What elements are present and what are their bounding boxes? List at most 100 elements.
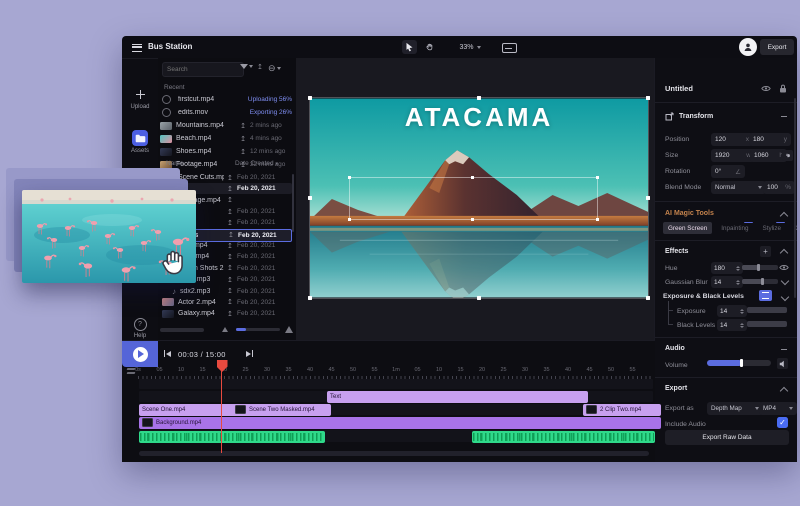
- ai-magic-tools-header[interactable]: AI Magic Tools: [665, 210, 714, 217]
- resize-handle[interactable]: [308, 296, 312, 300]
- panel-hscrollbar[interactable]: [160, 328, 204, 332]
- resize-handle[interactable]: [471, 176, 474, 179]
- collapse-icon[interactable]: [780, 212, 788, 220]
- clip-text[interactable]: Text: [327, 391, 588, 403]
- black-levels-stepper[interactable]: 14: [717, 319, 747, 331]
- video-frame[interactable]: ATACAMA: [310, 98, 648, 298]
- blend-mode-dropdown[interactable]: Normal: [711, 181, 766, 194]
- collapse-icon[interactable]: [780, 387, 788, 395]
- audio-clip[interactable]: [472, 431, 655, 443]
- audio-clip[interactable]: [139, 431, 325, 443]
- timeline-scrollbar[interactable]: [139, 451, 649, 456]
- resize-handle[interactable]: [596, 218, 599, 221]
- ai-chip-green-screen[interactable]: Green Screen: [663, 222, 712, 234]
- column-date-created[interactable]: Date Created ▾: [235, 160, 278, 167]
- resize-handle[interactable]: [477, 296, 481, 300]
- video-title-text[interactable]: ATACAMA: [310, 102, 648, 133]
- file-row[interactable]: Actor 2.mp4↥Feb 20, 2021: [160, 297, 292, 308]
- skip-back-button[interactable]: [164, 350, 171, 357]
- ai-chip-inpainting[interactable]: Inpainting: [716, 222, 753, 234]
- export-container-dropdown[interactable]: MP4: [759, 402, 797, 415]
- menu-icon[interactable]: [132, 44, 142, 52]
- recent-item[interactable]: edits.movExporting 26%: [160, 107, 292, 118]
- resize-handle[interactable]: [646, 196, 650, 200]
- recent-item[interactable]: Mountains.mp4↥2 mins ago: [160, 120, 292, 131]
- upload-file-button[interactable]: ↥: [257, 63, 263, 71]
- resize-handle[interactable]: [596, 176, 599, 179]
- play-button[interactable]: [122, 341, 158, 367]
- effects-header[interactable]: Effects: [665, 248, 688, 255]
- skip-forward-button[interactable]: [246, 350, 253, 357]
- eye-icon[interactable]: [761, 85, 771, 92]
- lock-icon[interactable]: [779, 84, 787, 93]
- ai-chip-stylize[interactable]: Stylize: [758, 222, 787, 234]
- recent-item[interactable]: Shoes.mp4↥12 mins ago: [160, 146, 292, 157]
- recent-item[interactable]: firstcut.mp4Uploading 56%: [160, 94, 292, 105]
- position-x-input[interactable]: 120x: [711, 133, 753, 146]
- audio-header[interactable]: Audio: [665, 345, 685, 352]
- export-format-dropdown[interactable]: Depth Map: [707, 402, 763, 415]
- resize-handle[interactable]: [646, 296, 650, 300]
- dragged-asset-card[interactable]: [6, 168, 206, 298]
- avatar[interactable]: [739, 38, 757, 56]
- clip-background[interactable]: Background.mp4: [139, 417, 661, 429]
- opacity-input[interactable]: 100%: [763, 181, 795, 194]
- list-scrollbar[interactable]: [292, 174, 294, 232]
- visibility-icon[interactable]: [779, 264, 789, 271]
- hand-tool-button[interactable]: [422, 40, 437, 54]
- volume-slider[interactable]: [707, 360, 771, 366]
- text-layer-selection[interactable]: [349, 177, 598, 220]
- mute-button[interactable]: [777, 358, 788, 369]
- file-row[interactable]: Galaxy.mp4↥Feb 20, 2021: [160, 308, 292, 319]
- filter-button[interactable]: [240, 64, 253, 69]
- exposure-slider[interactable]: [747, 307, 787, 313]
- sort-button[interactable]: ⊖: [268, 63, 281, 74]
- rotation-input[interactable]: 0°∠: [711, 165, 745, 178]
- file-time: 2 mins ago: [250, 122, 292, 129]
- clip-scene-two[interactable]: Scene Two Masked.mp4: [232, 404, 331, 416]
- resize-handle[interactable]: [348, 218, 351, 221]
- resize-handle[interactable]: [348, 176, 351, 179]
- hue-slider[interactable]: [742, 265, 778, 270]
- zoom-level-dropdown[interactable]: 33%: [447, 40, 493, 54]
- track-row[interactable]: [139, 379, 653, 389]
- gaussian-blur-stepper[interactable]: 14: [711, 276, 743, 288]
- include-audio-checkbox[interactable]: ✓: [777, 417, 788, 428]
- collapse-icon[interactable]: [781, 116, 787, 117]
- sidebar-item-assets[interactable]: Assets: [122, 130, 158, 154]
- transform-header[interactable]: Transform: [679, 113, 713, 120]
- add-effect-button[interactable]: +: [760, 246, 771, 257]
- resize-handle[interactable]: [308, 96, 312, 100]
- adjustment-button[interactable]: [759, 290, 772, 301]
- clip-two[interactable]: 2 Clip Two.mp4: [583, 404, 661, 416]
- resize-handle[interactable]: [471, 218, 474, 221]
- size-width-input[interactable]: 1920w: [711, 149, 755, 162]
- column-name[interactable]: Name: [166, 160, 183, 167]
- document-title[interactable]: Untitled: [665, 84, 693, 93]
- search-input[interactable]: [162, 62, 244, 77]
- resize-handle[interactable]: [477, 96, 481, 100]
- collapse-icon[interactable]: [780, 249, 788, 257]
- collapse-icon[interactable]: [781, 349, 787, 350]
- position-y-input[interactable]: 180y: [749, 133, 791, 146]
- export-section-header[interactable]: Export: [665, 385, 687, 392]
- expand-icon[interactable]: [781, 293, 789, 301]
- inspector-scrollbar[interactable]: [794, 98, 796, 298]
- black-levels-slider[interactable]: [747, 321, 787, 327]
- recent-item[interactable]: Beach.mp4↥4 mins ago: [160, 133, 292, 144]
- export-raw-data-button[interactable]: Export Raw Data: [665, 430, 789, 445]
- preview-canvas[interactable]: ATACAMA: [296, 58, 655, 340]
- link-dimensions-button[interactable]: [782, 150, 793, 161]
- resize-handle[interactable]: [308, 196, 312, 200]
- select-tool-button[interactable]: [402, 40, 417, 54]
- expand-icon[interactable]: [781, 277, 789, 285]
- export-button[interactable]: Export: [760, 39, 794, 55]
- hue-stepper[interactable]: 180: [711, 262, 743, 274]
- gaussian-blur-slider[interactable]: [742, 279, 778, 284]
- sidebar-item-upload[interactable]: Upload: [122, 86, 158, 110]
- display-icon[interactable]: [502, 43, 517, 53]
- resize-handle[interactable]: [646, 96, 650, 100]
- help-button[interactable]: ? Help: [122, 318, 158, 339]
- exposure-stepper[interactable]: 14: [717, 305, 747, 317]
- thumbnail-zoom-slider[interactable]: [236, 328, 280, 331]
